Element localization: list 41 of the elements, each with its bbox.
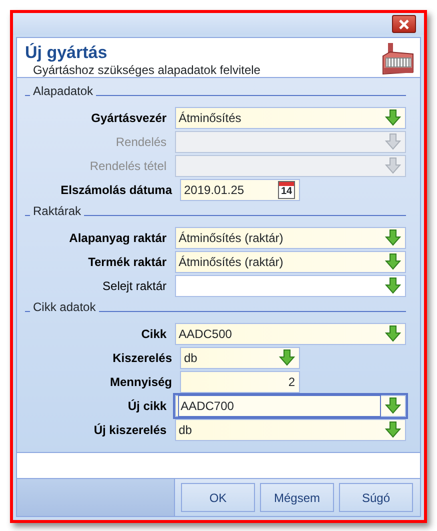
field-label: Mennyiség: [108, 374, 173, 391]
dialog-button[interactable]: Súgó: [339, 483, 413, 512]
combo-box[interactable]: Átminősítés: [174, 106, 406, 129]
field-label: Elszámolás dátuma: [60, 182, 174, 199]
section-title: Alapadatok: [33, 82, 94, 100]
down-arrow-icon[interactable]: [385, 421, 401, 438]
field-label: Kiszerelés: [112, 350, 173, 367]
dialog-title: Új gyártás: [25, 42, 108, 63]
field-label: Alapanyag raktár: [68, 230, 168, 247]
combo-box[interactable]: Átminősítés (raktár): [174, 226, 406, 249]
combo-box[interactable]: db: [174, 418, 406, 441]
field-label: Új kiszerelés: [92, 422, 168, 439]
date-field[interactable]: 2019.01.25 14: [180, 178, 300, 201]
combo-box[interactable]: AADC500: [174, 322, 406, 345]
combo-box[interactable]: Átminősítés (raktár): [174, 250, 406, 273]
field-label: Selejt raktár: [102, 278, 168, 295]
calendar-button[interactable]: 14: [278, 180, 295, 199]
factory-icon: [382, 42, 414, 76]
down-arrow-icon[interactable]: [385, 325, 401, 342]
field-label: Cikk: [140, 326, 168, 343]
field-label: Rendelés: [114, 134, 168, 151]
field-label: Gyártásvezér: [90, 110, 168, 127]
down-arrow-icon[interactable]: [385, 229, 401, 246]
dialog-button[interactable]: Mégsem: [260, 483, 334, 512]
field-label: Új cikk: [126, 398, 168, 415]
down-arrow-icon[interactable]: [385, 109, 401, 126]
combo-box[interactable]: db: [180, 346, 300, 369]
close-button[interactable]: [392, 15, 416, 33]
close-icon: [398, 18, 410, 30]
dialog-button[interactable]: OK: [181, 483, 255, 512]
field-label: Rendelés tétel: [88, 158, 168, 175]
section-title: Raktárak: [33, 202, 82, 220]
down-arrow-icon[interactable]: [385, 277, 401, 294]
combo-box[interactable]: AADC700: [174, 394, 406, 417]
down-arrow-icon[interactable]: [279, 349, 295, 366]
down-arrow-icon[interactable]: [385, 253, 401, 270]
dialog-subtitle: Gyártáshoz szükséges alapadatok felvitele: [32, 62, 260, 77]
number-field[interactable]: 2: [180, 370, 300, 393]
section-title: Cikk adatok: [33, 298, 96, 316]
down-arrow-icon[interactable]: [385, 397, 401, 414]
field-label: Termék raktár: [87, 254, 168, 271]
